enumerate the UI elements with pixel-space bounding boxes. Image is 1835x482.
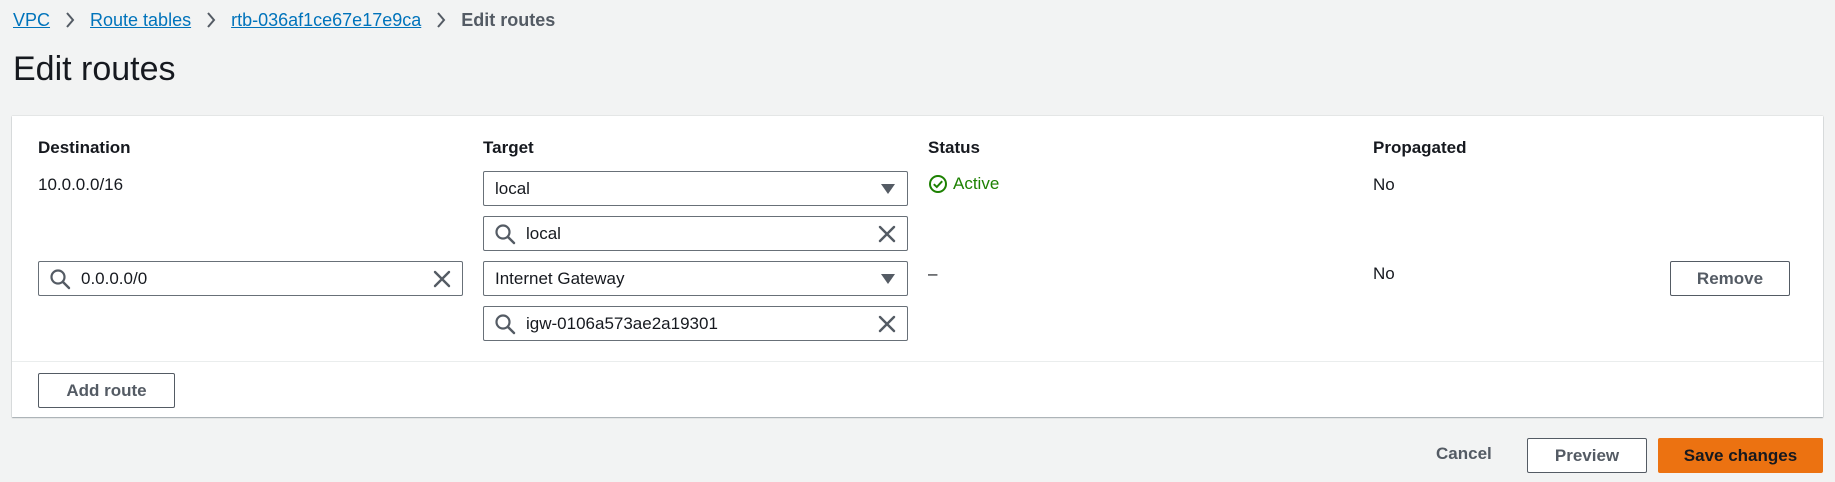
route-1-status: Active	[928, 174, 999, 194]
close-icon[interactable]	[877, 224, 897, 244]
column-header-status: Status	[928, 138, 980, 157]
routes-panel: Destination Target Status Propagated 10.…	[12, 116, 1823, 417]
route-2-status: –	[928, 264, 938, 283]
column-header-target: Target	[483, 138, 534, 157]
route-1-target-search[interactable]: local	[483, 216, 908, 251]
breadcrumb-link-vpc[interactable]: VPC	[13, 10, 50, 31]
cancel-button[interactable]: Cancel	[1436, 444, 1492, 464]
route-1-status-text: Active	[953, 174, 1000, 193]
close-icon[interactable]	[432, 269, 452, 289]
close-icon[interactable]	[877, 314, 897, 334]
chevron-right-icon	[421, 12, 461, 28]
route-2-target-search[interactable]: igw-0106a573ae2a19301	[483, 306, 908, 341]
search-icon	[495, 313, 516, 334]
remove-route-button[interactable]: Remove	[1670, 261, 1790, 296]
page-title: Edit routes	[13, 50, 176, 88]
panel-divider	[12, 361, 1823, 362]
route-2-target-value: igw-0106a573ae2a19301	[526, 313, 718, 333]
route-2-target-type-value: Internet Gateway	[495, 268, 625, 288]
route-1-target-value: local	[526, 223, 561, 243]
column-header-propagated: Propagated	[1373, 138, 1467, 157]
status-success-icon	[929, 175, 947, 193]
route-1-destination: 10.0.0.0/16	[38, 175, 124, 194]
caret-down-icon	[881, 183, 895, 194]
route-2-destination-input[interactable]: 0.0.0.0/0	[38, 261, 463, 296]
route-1-target-type-value: local	[495, 178, 530, 198]
breadcrumb-link-route-tables[interactable]: Route tables	[90, 10, 191, 31]
breadcrumb-current: Edit routes	[461, 9, 556, 30]
chevron-right-icon	[50, 12, 90, 28]
breadcrumb: VPC Route tables rtb-036af1ce67e17e9ca E…	[13, 8, 555, 32]
route-1-propagated: No	[1373, 175, 1395, 194]
add-route-button[interactable]: Add route	[38, 373, 175, 408]
route-2-target-type-select[interactable]: Internet Gateway	[483, 261, 908, 296]
column-header-destination: Destination	[38, 138, 131, 157]
caret-down-icon	[881, 273, 895, 284]
chevron-right-icon	[191, 12, 231, 28]
search-icon	[50, 268, 71, 289]
route-1-target-type-select[interactable]: local	[483, 171, 908, 206]
save-changes-button[interactable]: Save changes	[1658, 438, 1823, 473]
preview-button[interactable]: Preview	[1527, 438, 1647, 473]
route-2-destination-value: 0.0.0.0/0	[81, 268, 148, 288]
breadcrumb-link-route-table-id[interactable]: rtb-036af1ce67e17e9ca	[231, 10, 421, 31]
search-icon	[495, 223, 516, 244]
route-2-propagated: No	[1373, 264, 1395, 283]
